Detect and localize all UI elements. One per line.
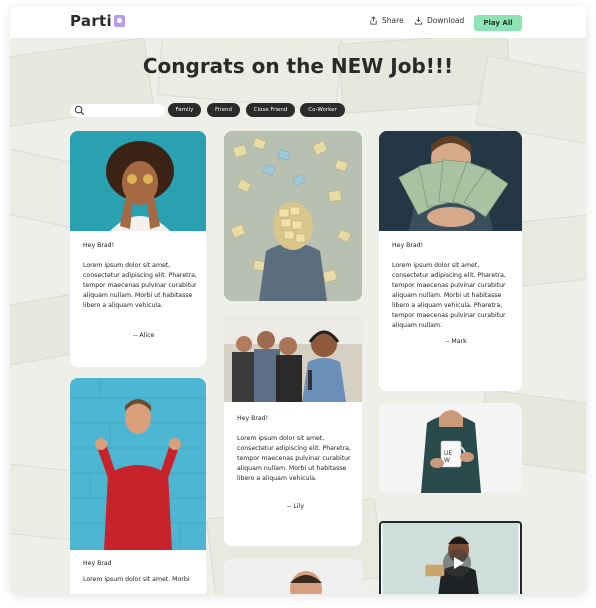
share-button[interactable]: Share xyxy=(369,16,404,25)
download-label: Download xyxy=(427,16,465,25)
message-card-mark[interactable]: Hey Brad! Lorem ipsum dolor sit amet, co… xyxy=(379,131,522,391)
woman-with-mug-photo: UE W xyxy=(379,403,522,493)
portrait-photo xyxy=(224,559,362,594)
card-signature: -- Alice xyxy=(133,332,155,339)
card-photo xyxy=(379,131,522,231)
download-button[interactable]: Download xyxy=(414,16,464,25)
app-logo[interactable]: Parti xyxy=(70,12,125,30)
filter-chip-friend[interactable]: Friend xyxy=(207,103,240,117)
page-title: Congrats on the NEW Job!!! xyxy=(142,54,454,78)
share-label: Share xyxy=(382,16,404,25)
filter-chip-co-worker[interactable]: Co-Worker xyxy=(300,103,345,117)
photo-card-mug[interactable]: UE W xyxy=(379,403,522,493)
woman-photo xyxy=(70,131,206,231)
card-greeting: Hey Brad! xyxy=(392,242,424,249)
man-laughing-photo xyxy=(70,378,206,550)
card-body: Lorem ipsum dolor sit amet, consectetur … xyxy=(392,262,506,329)
card-message: Hey Brad! Lorem ipsum dolor sit amet, co… xyxy=(83,241,199,311)
man-holding-cash-photo xyxy=(379,131,522,231)
card-greeting: Hey Brad! xyxy=(83,242,115,249)
message-card-lily[interactable]: Hey Brad! Lorem ipsum dolor sit amet, co… xyxy=(224,314,362,546)
message-card-4[interactable]: Hey Brad Lorem ipsum dolor sit amet. Mor… xyxy=(70,378,206,594)
play-all-button[interactable]: Play All xyxy=(474,15,522,31)
share-icon xyxy=(370,16,377,25)
card-signature: -- Lily xyxy=(287,503,304,510)
card-signature: -- Mark xyxy=(445,338,467,345)
search-icon xyxy=(74,105,85,116)
card-photo xyxy=(224,314,362,402)
svg-text:UE: UE xyxy=(444,450,452,457)
card-photo xyxy=(70,378,206,550)
card-greeting: Hey Brad xyxy=(83,560,112,567)
card-greeting: Hey Brad! xyxy=(237,415,269,422)
message-card-alice[interactable]: Hey Brad! Lorem ipsum dolor sit amet, co… xyxy=(70,131,206,367)
team-photo xyxy=(224,314,362,402)
card-body: Lorem ipsum dolor sit amet, consectetur … xyxy=(83,262,197,309)
card-body: Lorem ipsum dolor sit amet. Morbi xyxy=(83,576,190,583)
card-message: Hey Brad Lorem ipsum dolor sit amet. Mor… xyxy=(83,559,199,585)
video-card[interactable] xyxy=(379,521,522,594)
photo-card-partial[interactable] xyxy=(224,559,362,594)
app-window: Parti Share Download Play All Congrats o… xyxy=(10,6,586,594)
card-message: Hey Brad! Lorem ipsum dolor sit amet, co… xyxy=(237,414,355,484)
sticky-notes-photo xyxy=(224,131,362,301)
download-icon xyxy=(414,16,423,25)
play-icon[interactable] xyxy=(443,549,471,577)
filter-chip-close-friend[interactable]: Close Friend xyxy=(246,103,295,117)
photo-card-sticky-notes[interactable] xyxy=(224,131,362,301)
top-bar: Parti Share Download Play All xyxy=(10,6,586,38)
search-input[interactable] xyxy=(70,104,165,117)
logo-mark-icon xyxy=(113,15,125,27)
card-photo xyxy=(70,131,206,231)
card-body: Lorem ipsum dolor sit amet, consectetur … xyxy=(237,435,351,482)
card-message: Hey Brad! Lorem ipsum dolor sit amet, co… xyxy=(392,241,512,331)
svg-text:W: W xyxy=(444,457,450,464)
filter-chip-family[interactable]: Family xyxy=(168,103,201,117)
